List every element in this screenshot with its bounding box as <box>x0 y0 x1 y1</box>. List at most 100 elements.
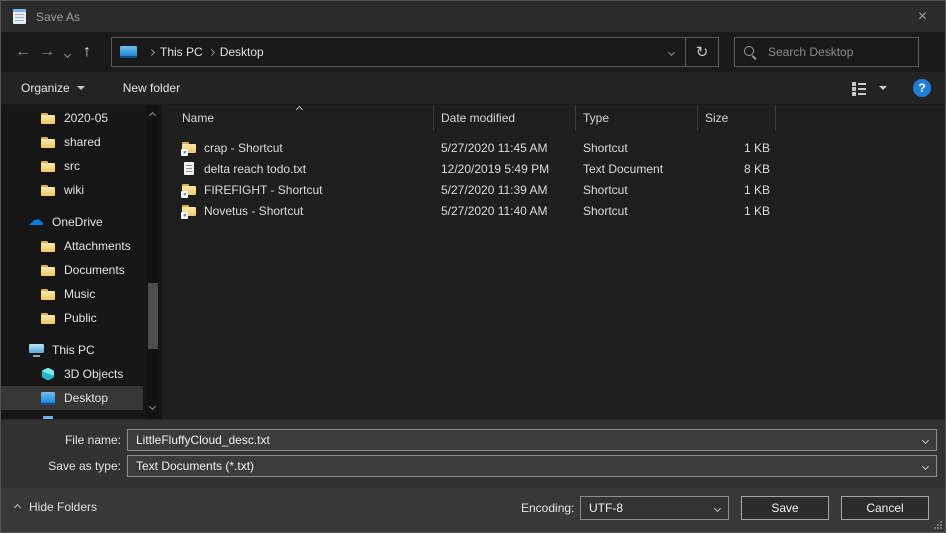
search-box[interactable] <box>734 37 919 67</box>
sidebar-item[interactable]: This PC <box>1 338 143 362</box>
folder-icon <box>41 312 56 325</box>
column-header-size[interactable]: Size <box>698 105 776 131</box>
up-icon[interactable]: ↑ <box>75 43 99 61</box>
views-dropdown-icon[interactable] <box>879 86 887 90</box>
search-input[interactable] <box>766 44 925 60</box>
sidebar-item-label: OneDrive <box>52 215 103 229</box>
organize-button[interactable]: Organize <box>21 81 85 95</box>
shortcut-overlay-icon: ▲ <box>181 191 188 198</box>
file-row[interactable]: ▲ delta reach todo.txt 12/20/2019 5:49 PM… <box>162 158 945 179</box>
size-cell: 1 KB <box>698 141 776 155</box>
forward-icon[interactable]: → <box>35 43 59 61</box>
sidebar-item-label: Documents <box>64 263 125 277</box>
column-header-type[interactable]: Type <box>576 105 698 131</box>
scroll-down-icon[interactable] <box>149 403 156 410</box>
chevron-up-icon <box>14 503 21 510</box>
organize-label: Organize <box>21 81 70 95</box>
file-name-label: File name: <box>1 433 121 447</box>
sidebar-item[interactable]: 3D Objects <box>1 362 143 386</box>
sidebar-item[interactable]: Public <box>1 306 143 330</box>
folder-icon <box>41 288 56 301</box>
scroll-up-icon[interactable] <box>149 112 156 119</box>
save-as-type-label: Save as type: <box>1 459 121 473</box>
toolbar-right-group: ? <box>852 79 931 97</box>
sidebar-item-label: Attachments <box>64 239 131 253</box>
folder-shortcut-icon: ▲ <box>182 183 197 196</box>
shortcut-overlay-icon: ▲ <box>181 149 188 156</box>
sidebar-item-label: Music <box>64 287 95 301</box>
sidebar-item[interactable]: OneDrive <box>1 210 143 234</box>
sidebar-item-label: 3D Objects <box>64 367 123 381</box>
recent-locations-dropdown[interactable] <box>59 44 75 60</box>
size-cell: 1 KB <box>698 183 776 197</box>
file-name-text: Novetus - Shortcut <box>204 204 303 218</box>
chevron-down-icon <box>63 51 70 58</box>
sidebar-item-label: wiki <box>64 183 84 197</box>
file-list: Name Date modified Type Size ▲crap - Sho… <box>162 105 945 419</box>
sidebar-item[interactable]: src <box>1 154 143 178</box>
sidebar-item-label: This PC <box>52 343 95 357</box>
hide-folders-label: Hide Folders <box>29 500 97 514</box>
text-doc-icon: ▲ <box>182 162 197 175</box>
cube-icon <box>41 368 56 381</box>
file-name-text: delta reach todo.txt <box>204 162 306 176</box>
encoding-dropdown[interactable]: UTF-8 <box>580 496 729 520</box>
this-pc-icon <box>120 46 137 58</box>
sidebar-scrollbar[interactable] <box>147 105 159 419</box>
column-header-date-modified[interactable]: Date modified <box>434 105 576 131</box>
sidebar-item-label: shared <box>64 135 101 149</box>
file-list-header: Name Date modified Type Size <box>162 105 945 131</box>
sidebar-item-label: src <box>64 159 80 173</box>
new-folder-button[interactable]: New folder <box>123 81 180 95</box>
save-form: File name: LittleFluffyCloud_desc.txt Sa… <box>1 419 945 488</box>
encoding-value: UTF-8 <box>589 501 623 515</box>
date-modified-cell: 12/20/2019 5:49 PM <box>434 162 576 176</box>
refresh-button[interactable]: ↻ <box>685 38 718 66</box>
sidebar-item-label: Public <box>64 311 97 325</box>
navigation-bar: ← → ↑ This PC Desktop ↻ <box>1 32 945 72</box>
save-button[interactable]: Save <box>741 496 829 520</box>
folder-icon <box>41 240 56 253</box>
date-modified-cell: 5/27/2020 11:40 AM <box>434 204 576 218</box>
breadcrumb-desktop[interactable]: Desktop <box>220 45 264 59</box>
file-row[interactable]: ▲crap - Shortcut 5/27/2020 11:45 AM Shor… <box>162 137 945 158</box>
address-dropdown-button[interactable] <box>657 38 685 66</box>
sidebar-item[interactable]: Desktop <box>1 386 143 410</box>
change-view-icon[interactable] <box>852 81 867 96</box>
sidebar-item[interactable]: wiki <box>1 178 143 202</box>
save-as-dialog: Save As × ← → ↑ This PC Desktop ↻ Organi… <box>0 0 946 533</box>
help-icon[interactable]: ? <box>913 79 931 97</box>
close-button[interactable]: × <box>900 1 945 32</box>
sidebar-item[interactable]: shared <box>1 130 143 154</box>
address-bar[interactable]: This PC Desktop ↻ <box>111 37 719 67</box>
size-cell: 8 KB <box>698 162 776 176</box>
back-icon[interactable]: ← <box>11 43 35 61</box>
folder-icon <box>41 160 56 173</box>
desktop-icon <box>41 392 56 405</box>
size-cell: 1 KB <box>698 204 776 218</box>
hide-folders-button[interactable]: Hide Folders <box>15 500 97 514</box>
date-modified-cell: 5/27/2020 11:45 AM <box>434 141 576 155</box>
file-name-combobox[interactable]: LittleFluffyCloud_desc.txt <box>127 429 937 451</box>
main-area: 2020-05 shared src wiki <box>1 105 945 419</box>
file-row[interactable]: ▲FIREFIGHT - Shortcut 5/27/2020 11:39 AM… <box>162 179 945 200</box>
cancel-button[interactable]: Cancel <box>841 496 929 520</box>
file-name-text: FIREFIGHT - Shortcut <box>204 183 322 197</box>
notepad-icon <box>13 9 26 24</box>
save-as-type-combobox[interactable]: Text Documents (*.txt) <box>127 455 937 477</box>
scrollbar-thumb[interactable] <box>148 283 158 349</box>
file-name-value: LittleFluffyCloud_desc.txt <box>136 433 270 447</box>
file-rows: ▲crap - Shortcut 5/27/2020 11:45 AM Shor… <box>162 137 945 221</box>
sidebar-item[interactable]: 2020-05 <box>1 106 143 130</box>
sidebar-item[interactable]: Music <box>1 282 143 306</box>
sidebar-item[interactable]: Documents <box>1 258 143 282</box>
search-icon <box>743 45 758 60</box>
resize-grip[interactable] <box>932 519 943 530</box>
type-cell: Shortcut <box>576 183 698 197</box>
breadcrumb-this-pc[interactable]: This PC <box>160 45 203 59</box>
sidebar-item[interactable]: Attachments <box>1 234 143 258</box>
pc-icon <box>29 344 44 357</box>
command-toolbar: Organize New folder ? <box>1 72 945 105</box>
file-row[interactable]: ▲Novetus - Shortcut 5/27/2020 11:40 AM S… <box>162 200 945 221</box>
sidebar-item[interactable] <box>1 410 143 419</box>
